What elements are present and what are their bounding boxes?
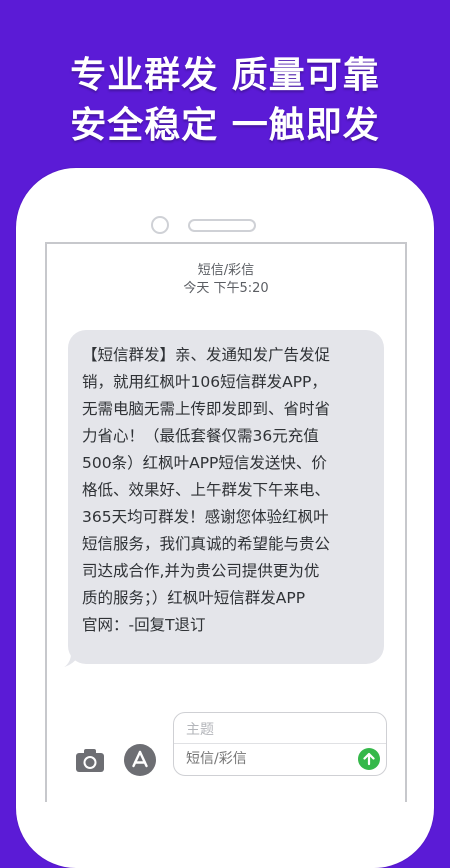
speaker-grille — [188, 219, 256, 232]
message-line: 【短信群发】亲、发通知发广告发促 — [82, 346, 331, 364]
message-composer[interactable]: 主题 — [173, 712, 387, 776]
message-line: 销，就用红枫叶106短信群发APP， — [82, 373, 327, 391]
promo-headline-1: 专业群发 质量可靠 — [70, 55, 380, 96]
message-line: 力省心！（最低套餐仅需36元充值 — [82, 427, 319, 445]
received-message-bubble: 【短信群发】亲、发通知发广告发促 销，就用红枫叶106短信群发APP， 无需电脑… — [68, 330, 384, 664]
message-line: 无需电脑无需上传即发即到、省时省 — [82, 400, 331, 418]
message-line: 短信服务，我们真诚的希望能与贵公 — [82, 535, 331, 553]
front-camera-icon — [151, 216, 169, 234]
message-input[interactable] — [186, 751, 346, 767]
conversation-header: 短信/彩信 今天 下午5:20 — [47, 262, 405, 298]
app-store-icon[interactable] — [124, 744, 156, 776]
send-arrow-icon[interactable] — [358, 748, 380, 770]
messages-screen: 短信/彩信 今天 下午5:20 【短信群发】亲、发通知发广告发促 销，就用红枫叶… — [45, 242, 407, 802]
message-line: 500条）红枫叶APP短信发送快、价 — [82, 454, 327, 472]
message-line: 质的服务；）红枫叶短信群发APP — [82, 589, 306, 607]
promo-headline-2: 安全稳定 一触即发 — [70, 105, 380, 146]
message-timestamp: 今天 下午5:20 — [183, 281, 269, 296]
camera-icon[interactable] — [75, 747, 105, 773]
message-line: 司达成合作,并为贵公司提供更为优 — [82, 562, 320, 580]
message-line: 365天均可群发！感谢您体验红枫叶 — [82, 508, 329, 526]
message-type-label: 短信/彩信 — [197, 263, 255, 278]
message-line: 格低、效果好、上午群发下午来电、 — [82, 481, 331, 499]
message-line: 官网：-回复T退订 — [82, 616, 206, 634]
subject-field[interactable]: 主题 — [186, 719, 214, 739]
composer-divider — [174, 743, 386, 744]
